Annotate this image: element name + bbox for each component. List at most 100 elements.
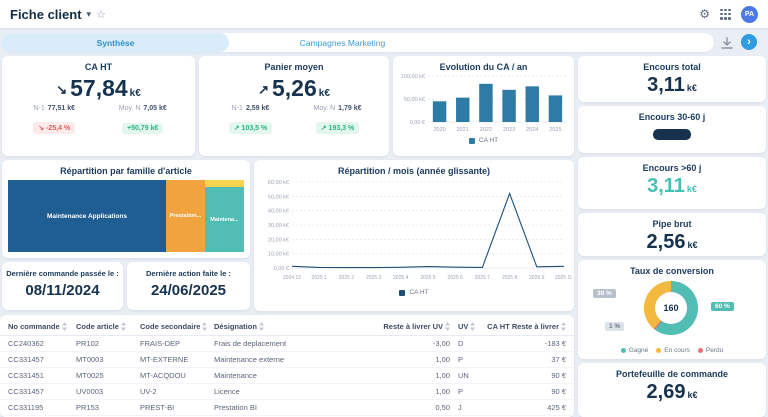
svg-text:100,00 k€: 100,00 k€: [401, 74, 425, 80]
settings-gear-icon[interactable]: ⚙: [699, 7, 710, 21]
card-title: Dernière action faite le :: [127, 262, 250, 278]
svg-text:2025 1: 2025 1: [312, 275, 328, 281]
bar[interactable]: [549, 95, 562, 122]
donut-label-en-cours: 39 %: [593, 289, 616, 298]
svg-text:2020: 2020: [433, 127, 445, 133]
table-row[interactable]: CC240362PR102FRAIS-DEPFrais de deplaceme…: [0, 336, 574, 352]
legend-item[interactable]: En cours: [656, 347, 690, 354]
svg-text:0,00 €: 0,00 €: [410, 120, 425, 126]
kpi-card-panier-moyen: Panier moyen ↗5,26k€ N-12,59 k€ Moy. N1,…: [199, 56, 389, 156]
chart-card-evolution-ca: Evolution du CA / an 100,00 k€ 50,00 k€ 0,…: [393, 56, 574, 156]
card-last-order-date: Dernière commande passée le : 08/11/2024: [2, 262, 123, 310]
encours-60-value: 3,11k€: [578, 175, 766, 198]
table-cell: 0,50: [370, 403, 450, 412]
kpi-title: Panier moyen: [199, 56, 389, 72]
column-header[interactable]: Reste à livrer UV: [370, 322, 450, 331]
table-cell: PR153: [76, 403, 140, 412]
legend-dot: [698, 348, 703, 353]
stat-value: 2,59 k€: [246, 105, 269, 112]
tab-synthese[interactable]: Synthèse: [2, 33, 229, 52]
bar-chart[interactable]: 100,00 k€50,00 k€0,00 €20202021202220232…: [396, 72, 571, 136]
table-cell: Prestation BI: [214, 403, 370, 412]
table-row[interactable]: CC331457MT0003MT-EXTERNEMaintenance exte…: [0, 352, 574, 368]
chart-card-familles-article: Répartition par famille d'article Mainte…: [2, 160, 250, 258]
tab-campagnes-marketing[interactable]: Campagnes Marketing: [229, 33, 456, 52]
treemap-segment[interactable]: Maintena...: [205, 187, 244, 252]
legend-label: En cours: [664, 347, 690, 354]
card-title: Encours total: [578, 56, 766, 72]
svg-text:40,00 k€: 40,00 k€: [268, 209, 289, 215]
svg-text:0,00 €: 0,00 €: [274, 266, 289, 272]
column-header[interactable]: No commande: [8, 322, 76, 331]
donut-chart[interactable]: 160: [644, 281, 698, 335]
apps-grid-icon[interactable]: [720, 9, 731, 20]
svg-text:2025 4: 2025 4: [393, 275, 409, 281]
line-series[interactable]: [292, 193, 564, 267]
column-header[interactable]: CA HT Reste à livrer: [480, 322, 566, 331]
column-header[interactable]: Code article: [76, 322, 140, 331]
table-cell: 90 €: [480, 371, 566, 380]
expand-arrow-button[interactable]: ›: [741, 34, 757, 50]
value-unit: k€: [687, 184, 697, 194]
svg-text:60,00 k€: 60,00 k€: [268, 180, 289, 186]
value-number: 3,11: [647, 175, 685, 197]
stat-value: 7,05 k€: [143, 105, 166, 112]
bar[interactable]: [526, 86, 539, 122]
svg-text:2025 9: 2025 9: [529, 275, 545, 281]
chevron-down-icon[interactable]: ▾: [87, 9, 92, 20]
chart-legend: CA HT: [254, 289, 574, 296]
table-row[interactable]: CC331195PR153PREST-BIPrestation BI0,50J4…: [0, 400, 574, 416]
stat-label: Moy. N: [119, 105, 141, 112]
last-order-date: 08/11/2024: [2, 282, 123, 299]
bar[interactable]: [433, 101, 446, 122]
kpi-unit: k€: [130, 88, 141, 99]
title-wrap: Fiche client ▾ ☆: [10, 7, 106, 22]
trend-down-icon: ↘: [56, 82, 67, 97]
treemap-segment[interactable]: Maintenance Applications: [8, 180, 166, 252]
legend-item[interactable]: Gagné: [621, 347, 649, 354]
bar[interactable]: [456, 98, 469, 122]
kpi-number: 5,26: [272, 75, 317, 101]
legend-swatch: [469, 138, 475, 144]
legend-item[interactable]: Perdu: [698, 347, 723, 354]
card-last-action-date: Dernière action faite le : 24/06/2025: [127, 262, 250, 310]
variation-badge-negative: ↘ -25,4 %: [33, 122, 75, 134]
kpi-badges: ↘ -25,4 % +50,79 k€: [2, 117, 195, 135]
treemap-chart[interactable]: Maintenance ApplicationsPrestation...Mai…: [8, 180, 244, 252]
avatar[interactable]: PA: [741, 6, 758, 23]
treemap-segment[interactable]: [205, 180, 244, 187]
table-cell: -183 €: [480, 339, 566, 348]
line-chart[interactable]: 60,00 k€50,00 k€40,00 k€30,00 k€20,00 k€…: [256, 176, 572, 288]
column-header[interactable]: Code secondaire: [140, 322, 214, 331]
tab-bar: Synthèse Campagnes Marketing: [2, 33, 714, 52]
page-title: Fiche client: [10, 7, 82, 22]
fiche-client-dashboard: Fiche client ▾ ☆ ⚙ PA Synthèse Campagnes…: [0, 0, 768, 417]
favorite-star-icon[interactable]: ☆: [96, 8, 106, 21]
svg-text:50,00 k€: 50,00 k€: [268, 194, 289, 200]
bar[interactable]: [502, 90, 515, 122]
table-row[interactable]: CC331451MT0025MT-ACQDOUMaintenance1,00UN…: [0, 368, 574, 384]
download-icon[interactable]: [719, 36, 735, 50]
column-header[interactable]: UV: [450, 322, 480, 331]
svg-text:50,00 k€: 50,00 k€: [404, 97, 425, 103]
kpi-number: 57,84: [70, 75, 128, 101]
legend-label: CA HT: [479, 137, 498, 144]
table-cell: MT-EXTERNE: [140, 355, 214, 364]
table-cell: PREST-BI: [140, 403, 214, 412]
table-cell: 1,00: [370, 387, 450, 396]
kpi-value: ↗5,26k€: [199, 75, 389, 102]
table-cell: UV0003: [76, 387, 140, 396]
column-header[interactable]: Désignation: [214, 322, 370, 331]
table-cell: Licence: [214, 387, 370, 396]
table-cell: P: [450, 387, 480, 396]
table-header-row: No commandeCode articleCode secondaireDé…: [0, 318, 574, 336]
table-row[interactable]: CC331457UV0003UV-2Licence1,00P90 €: [0, 384, 574, 400]
treemap-segment[interactable]: Prestation...: [166, 180, 205, 252]
chart-title: Evolution du CA / an: [393, 56, 574, 72]
bar[interactable]: [479, 84, 492, 122]
card-title: Taux de conversion: [578, 260, 766, 276]
table-cell: Maintenance: [214, 371, 370, 380]
svg-text:2025 5: 2025 5: [420, 275, 436, 281]
kpi-value: ↘57,84k€: [2, 75, 195, 102]
table-cell: CC240362: [8, 339, 76, 348]
